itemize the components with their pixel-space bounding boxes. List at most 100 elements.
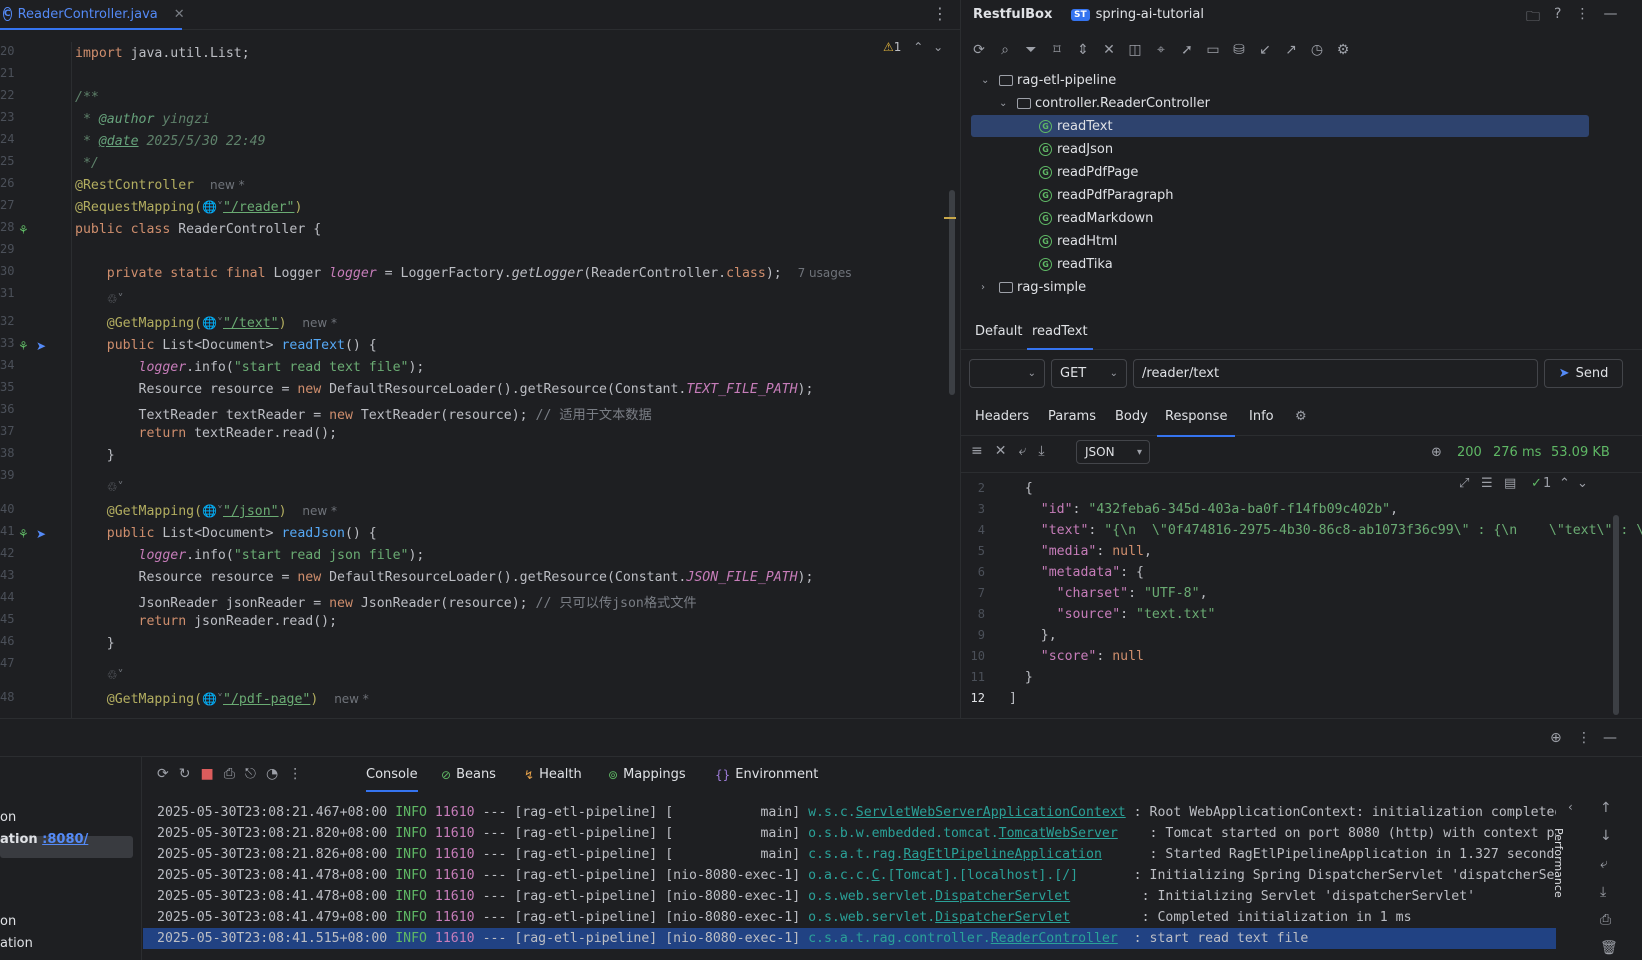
settings-icon[interactable]: ⚙	[1295, 409, 1307, 424]
chevron-down-icon[interactable]: ⌄	[1577, 476, 1588, 491]
code-editor[interactable]: C ReaderController.java ✕ ⋮ ⚠1 ⌃ ⌄ 20 21 2…	[0, 0, 960, 718]
warning-marker[interactable]	[944, 217, 956, 219]
search-icon[interactable]: ⌕	[997, 42, 1013, 58]
project-selector[interactable]: ST spring-ai-tutorial	[1071, 7, 1204, 22]
soft-wrap-icon[interactable]: ⤶	[1600, 856, 1618, 872]
expand-icon[interactable]: ⤢	[1459, 476, 1469, 491]
scroll-to-end-icon[interactable]: ⤓	[1600, 884, 1618, 900]
tab-body[interactable]: Body	[1115, 409, 1148, 424]
code-area[interactable]: import java.util.List; /** * @author yin…	[75, 42, 945, 718]
minimize-icon[interactable]: —	[1603, 730, 1617, 746]
print-icon[interactable]: ⎙	[1600, 912, 1618, 928]
collapse-icon[interactable]: ✕	[995, 443, 1007, 459]
port-link[interactable]: :8080/	[42, 832, 88, 847]
tab-headers[interactable]: Headers	[975, 409, 1029, 424]
service-item[interactable]: on	[0, 810, 16, 825]
tree-item-readpdfpage[interactable]: GreadPdfPage	[961, 161, 1642, 183]
logger-class-link[interactable]: C	[872, 868, 880, 883]
target-icon[interactable]: ⊕	[1550, 730, 1562, 746]
filter-icon[interactable]: ⏷	[1023, 42, 1039, 58]
rerun-icon[interactable]: ⟳	[157, 766, 169, 782]
document-icon[interactable]: ▤	[1504, 476, 1516, 491]
service-item[interactable]: on	[0, 914, 16, 929]
wrap-icon[interactable]: ⤶	[1018, 443, 1026, 459]
tree-item-readpdfparagraph[interactable]: GreadPdfParagraph	[961, 184, 1642, 206]
logger-class-link[interactable]: ServletWebServerApplicationContext	[856, 805, 1126, 820]
logger-class-link[interactable]: ReaderController	[991, 931, 1118, 946]
tree-item-rag-simple[interactable]: › rag-simple	[961, 276, 1642, 298]
tab-health[interactable]: ↯ Health	[524, 767, 582, 782]
spring-mapping-icon[interactable]: ⚘	[18, 527, 29, 541]
editor-tab-readercontroller[interactable]: C ReaderController.java ✕	[0, 0, 185, 30]
service-item[interactable]: ation	[0, 936, 33, 951]
monitor-icon[interactable]: ▭	[1205, 42, 1221, 58]
tree-item-readtext[interactable]: GreadText	[971, 115, 1589, 137]
send-request-icon[interactable]: ➤	[36, 527, 46, 541]
tab-console[interactable]: Console	[366, 767, 418, 792]
chevron-up-icon[interactable]: ⌃	[1559, 476, 1570, 491]
history-icon[interactable]: ◷	[1309, 42, 1325, 58]
split-view-icon[interactable]: ◫	[1127, 42, 1143, 58]
minimize-icon[interactable]: —	[1603, 6, 1617, 30]
performance-tab[interactable]: Performance	[1552, 828, 1565, 898]
import-icon[interactable]: ↙	[1257, 42, 1273, 58]
locate-icon[interactable]: ⌖	[1153, 42, 1169, 58]
gauge-icon[interactable]: ◔	[266, 766, 278, 782]
tag-icon[interactable]: ⌑	[1049, 42, 1065, 58]
tree-item-readmarkdown[interactable]: GreadMarkdown	[961, 207, 1642, 229]
more-options-icon[interactable]: ⋮	[1577, 730, 1591, 746]
tab-environment[interactable]: {} Environment	[715, 767, 818, 782]
tree-item-controller-readercontroller[interactable]: ⌄ controller.ReaderController	[961, 92, 1642, 114]
editor-scrollbar[interactable]	[949, 190, 955, 395]
settings-icon[interactable]: ⚙	[1335, 42, 1351, 58]
tab-params[interactable]: Params	[1048, 409, 1096, 424]
tab-mappings[interactable]: ⊚ Mappings	[608, 767, 686, 782]
list-icon[interactable]: ☰	[1481, 476, 1493, 491]
pointer-icon[interactable]: ➚	[1179, 42, 1195, 58]
tree-item-readjson[interactable]: GreadJson	[961, 138, 1642, 160]
more-options-icon[interactable]: ⋮	[1575, 6, 1589, 30]
exit-icon[interactable]: ⎋	[245, 766, 256, 782]
export-icon[interactable]: ↗	[1283, 42, 1299, 58]
tree-item-rag-etl-pipeline[interactable]: ⌄ rag-etl-pipeline	[961, 69, 1642, 91]
stop-icon[interactable]: ■	[200, 766, 213, 782]
tree-item-readhtml[interactable]: GreadHtml	[961, 230, 1642, 252]
response-format-select[interactable]: JSON ▾	[1076, 440, 1150, 464]
chevron-right-icon[interactable]: ›	[981, 282, 985, 293]
logger-class-link[interactable]: DispatcherServlet	[935, 889, 1070, 904]
collapse-all-icon[interactable]: ✕	[1101, 42, 1117, 58]
logger-class-link[interactable]: DispatcherServlet	[935, 910, 1070, 925]
trash-icon[interactable]: 🗑	[1600, 940, 1618, 956]
http-method-select[interactable]: GET ⌄	[1051, 359, 1127, 388]
spring-mapping-icon[interactable]: ⚘	[18, 339, 29, 353]
expand-all-icon[interactable]: ⇕	[1075, 42, 1091, 58]
tab-default[interactable]: Default	[975, 324, 1023, 339]
help-icon[interactable]: ?	[1554, 6, 1561, 30]
response-scrollbar[interactable]	[1613, 515, 1619, 715]
tab-response[interactable]: Response	[1157, 409, 1236, 437]
restart-icon[interactable]: ↻	[179, 766, 191, 782]
spring-bean-icon[interactable]: ⚘	[18, 223, 29, 237]
send-button[interactable]: ➤ Send	[1544, 359, 1623, 388]
service-item[interactable]: ation :8080/	[0, 832, 88, 847]
response-body[interactable]: 2 {3 "id": "432feba6-345d-403a-ba0f-f14f…	[961, 472, 1642, 718]
environment-select[interactable]: ⌄	[969, 359, 1045, 388]
database-icon[interactable]: ⛁	[1231, 42, 1247, 58]
format-icon[interactable]: ≡	[971, 443, 983, 459]
tab-readtext[interactable]: readText	[1027, 324, 1093, 350]
arrow-down-icon[interactable]: ↓	[1600, 828, 1618, 844]
more-options-icon[interactable]: ⋮	[288, 766, 302, 782]
url-input[interactable]: /reader/text	[1133, 359, 1538, 388]
more-options-icon[interactable]: ⋮	[932, 6, 948, 22]
tab-beans[interactable]: ⊘ Beans	[441, 767, 496, 782]
tree-item-readtika[interactable]: GreadTika	[961, 253, 1642, 275]
camera-icon[interactable]: ⎙	[224, 766, 235, 782]
download-icon[interactable]: ⤓	[1038, 443, 1044, 459]
chevron-down-icon[interactable]: ⌄	[981, 75, 989, 86]
send-request-icon[interactable]: ➤	[36, 339, 46, 353]
folder-icon[interactable]: 🗀	[1526, 6, 1540, 30]
chevron-down-icon[interactable]: ⌄	[999, 98, 1007, 109]
arrow-up-icon[interactable]: ↑	[1600, 800, 1618, 816]
chevron-left-icon[interactable]: ‹	[1568, 800, 1573, 814]
refresh-icon[interactable]: ⟳	[971, 42, 987, 58]
